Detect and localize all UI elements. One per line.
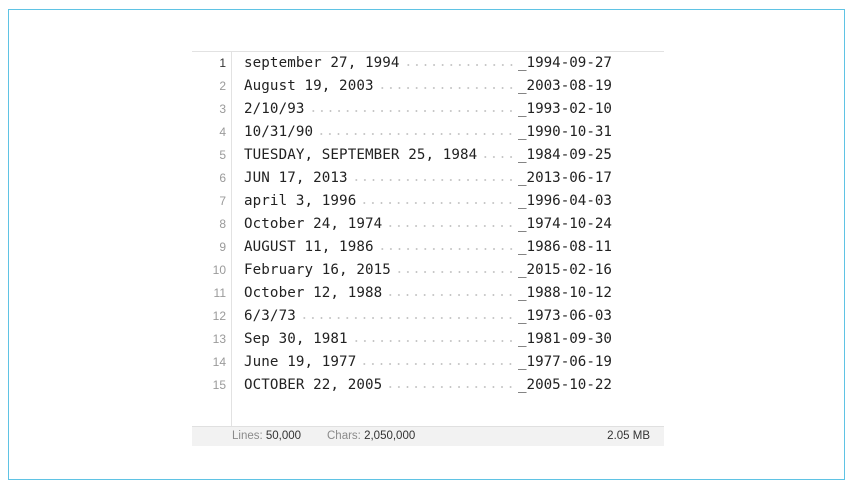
line-number: 8 <box>219 217 226 231</box>
dot-leader <box>386 386 514 388</box>
editor-line[interactable]: February 16, 2015 _2015-02-16 <box>232 259 664 282</box>
editor-line[interactable]: Sep 30, 1981 _1981-09-30 <box>232 328 664 351</box>
line-count: Lines: 50,000 <box>232 427 301 446</box>
line-result: _1977-06-19 <box>516 351 612 374</box>
line-number: 4 <box>219 125 226 139</box>
line-input-text: JUN 17, 2013 <box>244 170 348 186</box>
line-result: _1994-09-27 <box>516 52 612 75</box>
char-count-label: Chars: <box>327 430 361 442</box>
line-input-text: October 24, 1974 <box>244 216 383 232</box>
dot-leader <box>395 271 514 273</box>
line-input-text: August 19, 2003 <box>244 78 374 94</box>
line-number: 13 <box>212 332 226 346</box>
dot-leader <box>309 110 514 112</box>
dot-leader <box>386 294 514 296</box>
line-result: _2015-02-16 <box>516 259 612 282</box>
line-input-text: Sep 30, 1981 <box>244 331 348 347</box>
editor-line[interactable]: AUGUST 11, 1986 _1986-08-11 <box>232 236 664 259</box>
editor-line[interactable]: 10/31/90 _1990-10-31 <box>232 121 664 144</box>
line-number: 7 <box>219 194 226 208</box>
dot-leader <box>481 156 514 158</box>
line-result: _2003-08-19 <box>516 75 612 98</box>
dot-leader <box>360 363 514 365</box>
line-result: _2005-10-22 <box>516 374 612 397</box>
line-input-text: June 19, 1977 <box>244 354 357 370</box>
text-editor[interactable]: 1 2 3 4 5 6 7 8 9 10 11 12 13 14 15 september 27, 1994… <box>192 51 664 446</box>
dot-leader <box>386 225 514 227</box>
line-input-text: February 16, 2015 <box>244 262 391 278</box>
dot-leader <box>317 133 514 135</box>
line-input-text: AUGUST 11, 1986 <box>244 239 374 255</box>
dot-leader <box>404 64 514 66</box>
line-input-text: 10/31/90 <box>244 124 314 140</box>
editor-line[interactable]: October 12, 1988 _1988-10-12 <box>232 282 664 305</box>
line-result: _1993-02-10 <box>516 98 612 121</box>
editor-line[interactable]: OCTOBER 22, 2005 _2005-10-22 <box>232 374 664 397</box>
file-size: 2.05 MB <box>607 430 650 442</box>
line-number: 10 <box>212 263 226 277</box>
line-input-text: 6/3/73 <box>244 308 296 324</box>
editor-line[interactable]: August 19, 2003 _2003-08-19 <box>232 75 664 98</box>
dot-leader <box>352 340 514 342</box>
editor-line[interactable]: JUN 17, 2013 _2013-06-17 <box>232 167 664 190</box>
editor-line[interactable]: april 3, 1996 _1996-04-03 <box>232 190 664 213</box>
line-number: 2 <box>219 79 226 93</box>
line-number: 14 <box>212 355 226 369</box>
line-number: 12 <box>212 309 226 323</box>
char-count: Chars: 2,050,000 <box>327 427 415 446</box>
line-input-text: april 3, 1996 <box>244 193 357 209</box>
line-number: 5 <box>219 148 226 162</box>
dot-leader <box>378 248 514 250</box>
editor-line[interactable]: TUESDAY, SEPTEMBER 25, 1984 _1984-09-25 <box>232 144 664 167</box>
dot-leader <box>352 179 514 181</box>
editor-line[interactable]: 6/3/73 _1973-06-03 <box>232 305 664 328</box>
editor-line[interactable]: June 19, 1977 _1977-06-19 <box>232 351 664 374</box>
editor-line[interactable]: september 27, 1994 _1994-09-27 <box>232 52 664 75</box>
line-number: 9 <box>219 240 226 254</box>
line-result: _1996-04-03 <box>516 190 612 213</box>
editor-line[interactable]: 2/10/93 _1993-02-10 <box>232 98 664 121</box>
line-input-text: september 27, 1994 <box>244 55 400 71</box>
line-input-text: TUESDAY, SEPTEMBER 25, 1984 <box>244 147 478 163</box>
dot-leader <box>360 202 514 204</box>
line-number: 6 <box>219 171 226 185</box>
char-count-value: 2,050,000 <box>364 430 416 442</box>
line-input-text: October 12, 1988 <box>244 285 383 301</box>
editor-line[interactable]: October 24, 1974 _1974-10-24 <box>232 213 664 236</box>
line-number: 15 <box>212 378 226 392</box>
dot-leader <box>300 317 514 319</box>
line-result: _1973-06-03 <box>516 305 612 328</box>
line-number-gutter: 1 2 3 4 5 6 7 8 9 10 11 12 13 14 15 <box>192 52 232 426</box>
line-input-text: OCTOBER 22, 2005 <box>244 377 383 393</box>
line-number: 1 <box>219 56 226 70</box>
line-count-label: Lines: <box>232 430 263 442</box>
line-result: _1974-10-24 <box>516 213 612 236</box>
line-result: _2013-06-17 <box>516 167 612 190</box>
line-result: _1981-09-30 <box>516 328 612 351</box>
line-number: 3 <box>219 102 226 116</box>
line-result: _1988-10-12 <box>516 282 612 305</box>
line-result: _1984-09-25 <box>516 144 612 167</box>
dot-leader <box>378 87 514 89</box>
line-input-text: 2/10/93 <box>244 101 305 117</box>
status-bar: Lines: 50,000 Chars: 2,050,000 2.05 MB <box>192 426 664 446</box>
line-count-value: 50,000 <box>265 430 302 442</box>
line-result: _1990-10-31 <box>516 121 612 144</box>
line-result: _1986-08-11 <box>516 236 612 259</box>
line-number: 11 <box>213 286 226 300</box>
